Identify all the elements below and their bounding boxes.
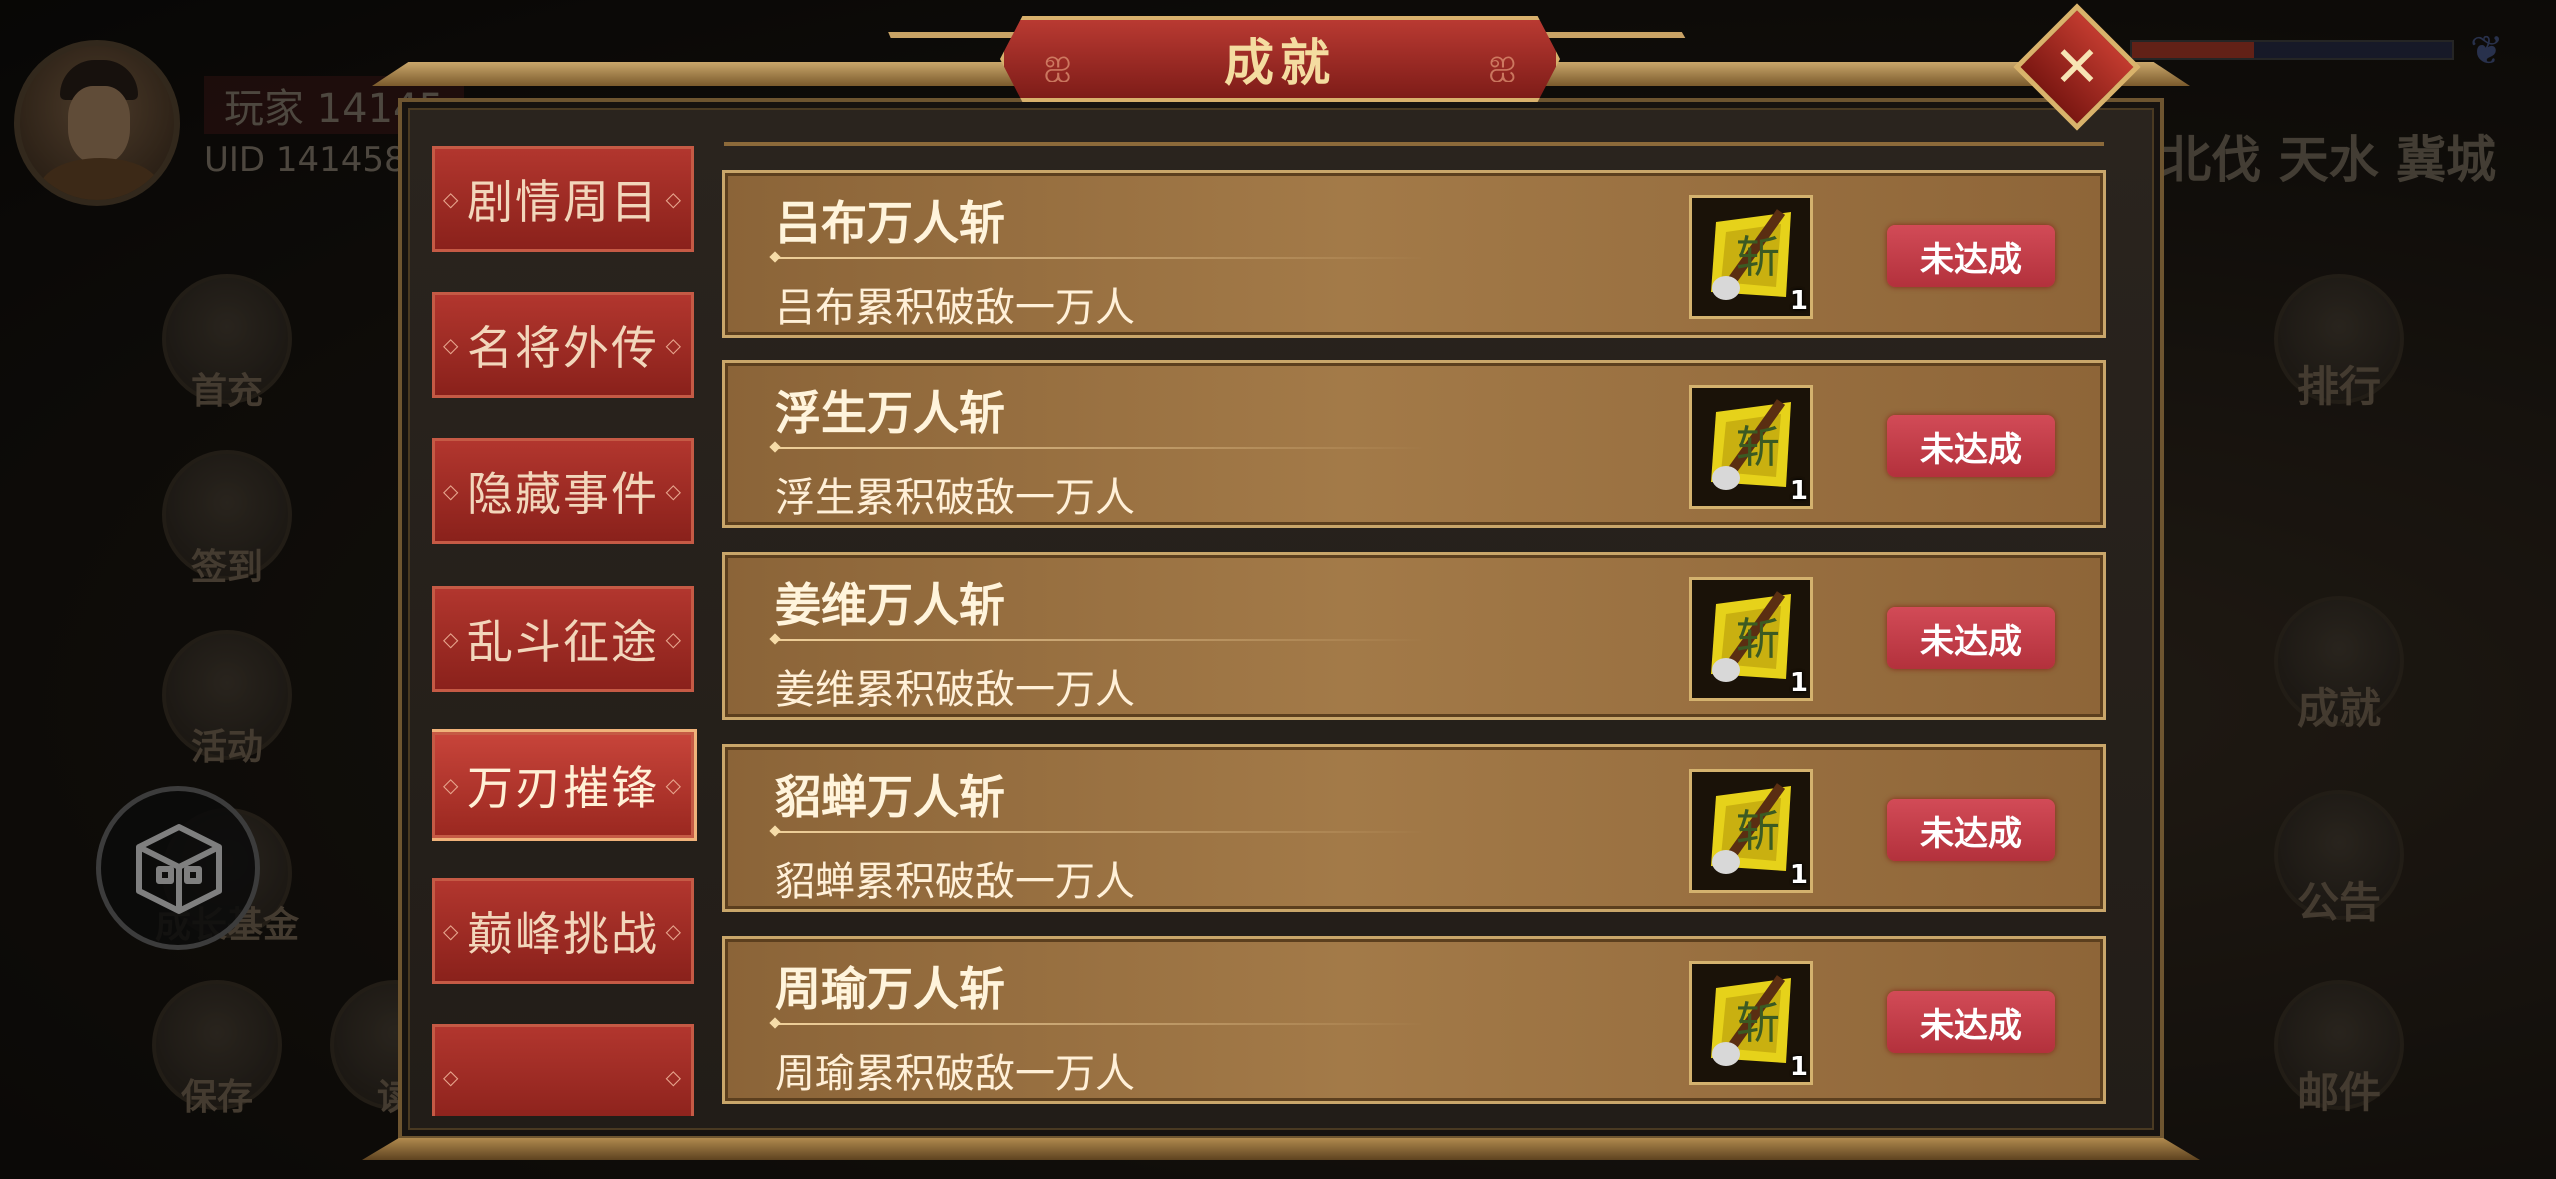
achievement-desc: 姜维累积破敌一万人 xyxy=(775,667,1135,713)
dialog-title-plate: ஐ 成就 ஐ xyxy=(1000,16,1560,102)
achievement-name: 浮生万人斩 xyxy=(775,386,1005,440)
status-badge: 未达成 xyxy=(1887,415,2055,477)
top-progress-bar xyxy=(2130,40,2454,60)
tab-story[interactable]: 剧情周目 xyxy=(432,146,694,252)
status-badge: 未达成 xyxy=(1887,607,2055,669)
tab-ten-thousand-blades[interactable]: 万刃摧锋 xyxy=(432,732,694,838)
bird-icon: ❦ xyxy=(2470,28,2504,74)
cube-menu-button[interactable] xyxy=(96,786,260,950)
achievement-name: 吕布万人斩 xyxy=(775,196,1005,250)
achievement-dialog: ஐ 成就 ஐ ✕ 剧情周目 名将外传 隐藏事件 乱斗征途 万刃摧锋 巅峰挑战 吕… xyxy=(362,3,2200,1160)
reward-count: 1 xyxy=(1789,668,1808,698)
achievement-row: 周瑜万人斩 周瑜累积破敌一万人 斩 1 未达成 xyxy=(722,936,2106,1104)
svg-text:斩: 斩 xyxy=(1736,232,1780,283)
reward-item[interactable]: 斩 1 xyxy=(1689,961,1813,1085)
reward-count: 1 xyxy=(1789,860,1808,890)
list-divider xyxy=(724,142,2104,146)
row-divider xyxy=(775,447,1425,449)
category-tabs: 剧情周目 名将外传 隐藏事件 乱斗征途 万刃摧锋 巅峰挑战 xyxy=(432,146,702,1116)
swirl-ornament-icon: ஐ xyxy=(1488,42,1516,82)
achievement-list[interactable]: 吕布万人斩 吕布累积破敌一万人 斩 1 未达成 浮生万人斩 浮生累积破敌一万人 xyxy=(722,170,2106,1120)
reward-item[interactable]: 斩 1 xyxy=(1689,195,1813,319)
city-names: 北伐 天水 冀城 xyxy=(2161,131,2496,189)
notice-button: 公告 xyxy=(2274,790,2404,927)
status-badge: 未达成 xyxy=(1887,799,2055,861)
sign-in-button: 签到 xyxy=(162,450,292,588)
tab-peak-challenge[interactable]: 巅峰挑战 xyxy=(432,878,694,984)
reward-count: 1 xyxy=(1789,476,1808,506)
svg-text:斩: 斩 xyxy=(1736,422,1780,473)
cube-icon xyxy=(136,824,222,914)
reward-item[interactable]: 斩 1 xyxy=(1689,385,1813,509)
achievement-desc: 貂蝉累积破敌一万人 xyxy=(775,859,1135,905)
achievement-name: 周瑜万人斩 xyxy=(775,962,1005,1016)
achievement-button: 成就 xyxy=(2274,596,2404,733)
mail-button: 邮件 xyxy=(2274,980,2404,1117)
achievement-desc: 浮生累积破敌一万人 xyxy=(775,475,1135,521)
player-card: 玩家 14145 UID 141458 xyxy=(14,40,464,210)
close-icon: ✕ xyxy=(2053,34,2101,100)
save-button: 保存 xyxy=(152,980,282,1118)
achievement-name: 貂蝉万人斩 xyxy=(775,770,1005,824)
activity-button: 活动 xyxy=(162,630,292,768)
tab-hidden-events[interactable]: 隐藏事件 xyxy=(432,438,694,544)
tab-general-legends[interactable]: 名将外传 xyxy=(432,292,694,398)
achievement-desc: 吕布累积破敌一万人 xyxy=(775,285,1135,331)
status-badge: 未达成 xyxy=(1887,225,2055,287)
achievement-row: 姜维万人斩 姜维累积破敌一万人 斩 1 未达成 xyxy=(722,552,2106,720)
ranking-button: 排行 xyxy=(2274,274,2404,411)
first-recharge-button: 首充 xyxy=(162,274,292,412)
dialog-frame-bottom xyxy=(362,1138,2200,1160)
row-divider xyxy=(775,831,1425,833)
reward-count: 1 xyxy=(1789,1052,1808,1082)
tab-melee-journey[interactable]: 乱斗征途 xyxy=(432,586,694,692)
reward-count: 1 xyxy=(1789,286,1808,316)
reward-item[interactable]: 斩 1 xyxy=(1689,577,1813,701)
swirl-ornament-icon: ஐ xyxy=(1044,42,1072,82)
achievement-row: 浮生万人斩 浮生累积破敌一万人 斩 1 未达成 xyxy=(722,360,2106,528)
svg-text:斩: 斩 xyxy=(1736,998,1780,1049)
svg-text:斩: 斩 xyxy=(1736,806,1780,857)
player-avatar xyxy=(14,40,180,206)
row-divider xyxy=(775,1023,1425,1025)
growth-fund-button: 成长基金 xyxy=(155,808,299,946)
row-divider xyxy=(775,639,1425,641)
achievement-row: 貂蝉万人斩 貂蝉累积破敌一万人 斩 1 未达成 xyxy=(722,744,2106,912)
achievement-desc: 周瑜累积破敌一万人 xyxy=(775,1051,1135,1097)
row-divider xyxy=(775,257,1425,259)
tab-more[interactable] xyxy=(432,1024,694,1116)
svg-text:斩: 斩 xyxy=(1736,614,1780,665)
status-badge: 未达成 xyxy=(1887,991,2055,1053)
dialog-title: 成就 xyxy=(1224,33,1336,92)
achievement-row: 吕布万人斩 吕布累积破敌一万人 斩 1 未达成 xyxy=(722,170,2106,338)
reward-item[interactable]: 斩 1 xyxy=(1689,769,1813,893)
achievement-name: 姜维万人斩 xyxy=(775,578,1005,632)
